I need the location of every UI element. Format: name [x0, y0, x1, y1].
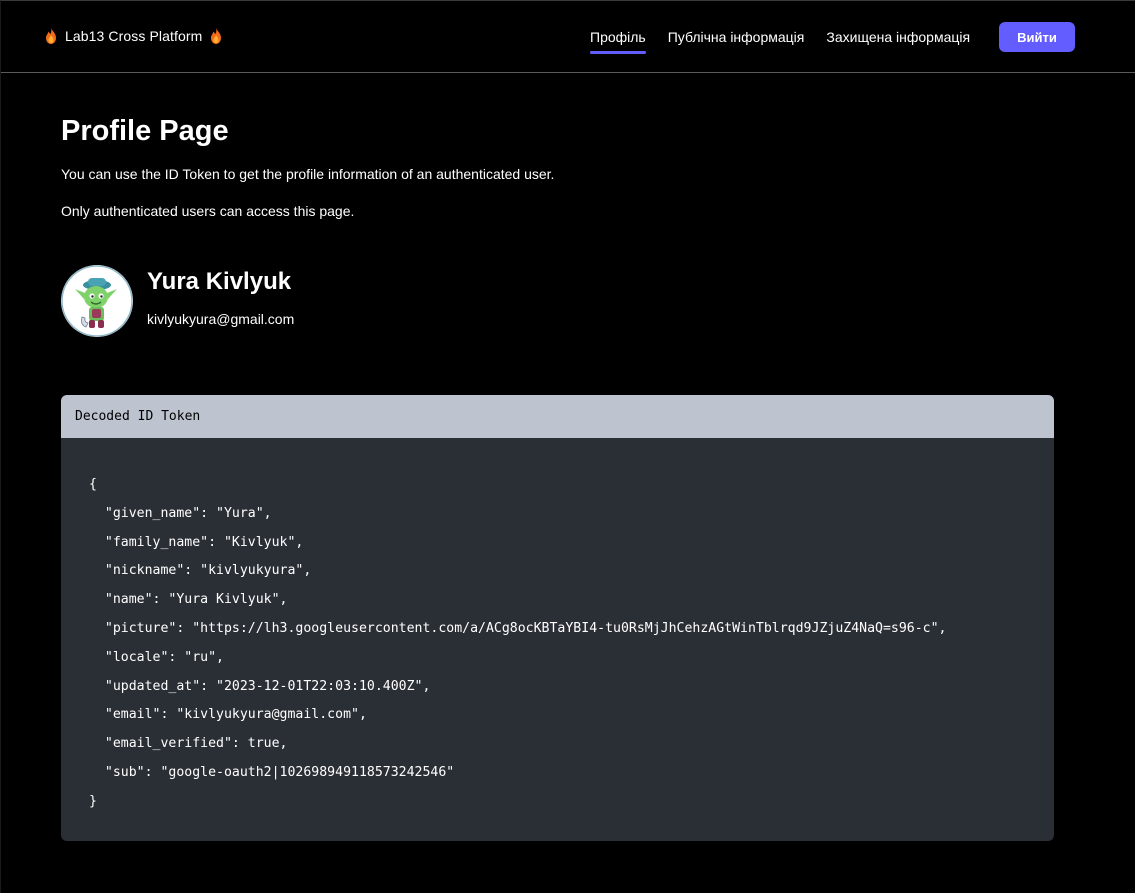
nav-link-public[interactable]: Публічна інформація [668, 29, 805, 45]
page-access-note: Only authenticated users can access this… [61, 203, 355, 219]
code-line: "family_name": "Kivlyuk", [89, 534, 304, 550]
code-line: "picture": "https://lh3.googleuserconten… [89, 620, 947, 636]
code-line: "updated_at": "2023-12-01T22:03:10.400Z"… [89, 678, 431, 694]
navbar: Lab13 Cross Platform Профіль Публічна ін… [1, 1, 1135, 73]
code-line: "email_verified": true, [89, 736, 288, 752]
code-line: { [89, 477, 97, 492]
code-line: } [89, 793, 97, 809]
code-line: "locale": "ru", [89, 649, 224, 665]
nav-link-profile[interactable]: Профіль [590, 29, 646, 54]
code-line: "nickname": "kivlyukyura", [89, 563, 312, 579]
nav-link-protected[interactable]: Захищена інформація [826, 29, 970, 45]
page-title: Profile Page [61, 115, 229, 147]
avatar [61, 265, 133, 337]
logout-button[interactable]: Вийти [999, 22, 1075, 52]
code-line: "email": "kivlyukyura@gmail.com", [89, 707, 367, 723]
page-description: You can use the ID Token to get the prof… [61, 166, 555, 182]
user-email: kivlyukyura@gmail.com [147, 311, 295, 327]
fire-icon [45, 28, 57, 44]
decoded-token-panel: Decoded ID Token { "given_name": "Yura",… [61, 395, 1054, 841]
code-line: "sub": "google-oauth2|102698949118573242… [89, 764, 455, 780]
user-name: Yura Kivlyuk [147, 268, 292, 295]
code-block[interactable]: { "given_name": "Yura", "family_name": "… [61, 438, 1054, 817]
code-line: "name": "Yura Kivlyuk", [89, 592, 288, 608]
nav-links: Профіль Публічна інформація Захищена інф… [590, 1, 992, 73]
fire-icon [210, 28, 222, 44]
brand-name: Lab13 Cross Platform [65, 28, 203, 44]
code-line: "given_name": "Yura", [89, 505, 272, 521]
code-panel-header: Decoded ID Token [61, 395, 1054, 438]
brand[interactable]: Lab13 Cross Platform [41, 28, 226, 44]
